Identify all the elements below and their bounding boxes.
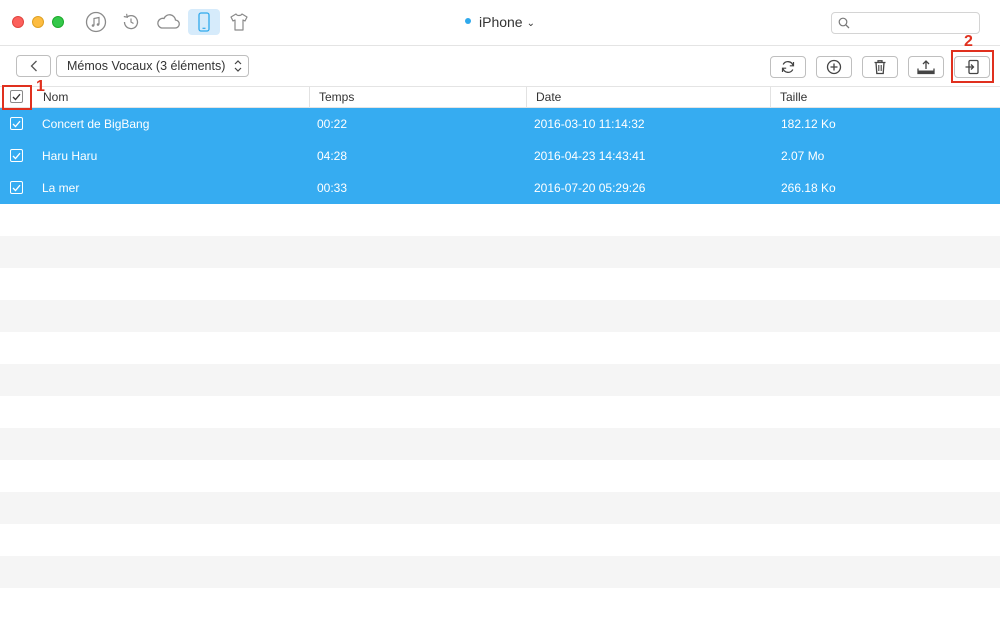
cell-nom: Haru Haru xyxy=(42,149,98,163)
tshirt-icon[interactable] xyxy=(223,9,255,35)
empty-row xyxy=(0,332,1000,364)
title-bar: iPhone ⌄ xyxy=(0,0,1000,46)
cell-temps: 00:22 xyxy=(317,117,348,131)
delete-button[interactable] xyxy=(862,56,898,78)
search-input[interactable] xyxy=(856,15,974,31)
empty-row xyxy=(0,204,1000,236)
device-name[interactable]: iPhone xyxy=(479,14,523,30)
checkmark-icon xyxy=(12,120,21,127)
checkmark-icon xyxy=(12,152,21,159)
export-to-pc-button[interactable] xyxy=(908,56,944,78)
cell-nom: Concert de BigBang xyxy=(42,117,150,131)
back-button[interactable] xyxy=(16,55,51,77)
refresh-button[interactable] xyxy=(770,56,806,78)
table-row[interactable]: Concert de BigBang 00:22 2016-03-10 11:1… xyxy=(0,108,1000,140)
table-row[interactable]: La mer 00:33 2016-07-20 05:29:26 266.18 … xyxy=(0,172,1000,204)
cell-temps: 00:33 xyxy=(317,181,348,195)
maximize-window-button[interactable] xyxy=(52,16,64,28)
add-icon xyxy=(826,59,842,75)
itunes-icon[interactable] xyxy=(80,9,112,35)
chevron-left-icon xyxy=(30,60,37,72)
device-selector-label[interactable]: iPhone ⌄ xyxy=(465,14,535,30)
row-checkbox[interactable] xyxy=(10,181,23,194)
empty-row xyxy=(0,300,1000,332)
empty-row xyxy=(0,460,1000,492)
empty-row xyxy=(0,428,1000,460)
add-button[interactable] xyxy=(816,56,852,78)
table-header: Nom Temps Date Taille xyxy=(0,86,1000,108)
category-select[interactable]: Mémos Vocaux (3 éléments) xyxy=(56,55,249,77)
column-header-nom[interactable]: Nom xyxy=(34,87,310,107)
export-to-pc-icon xyxy=(917,60,935,75)
empty-row xyxy=(0,524,1000,556)
checkmark-icon xyxy=(12,184,21,191)
cell-date: 2016-04-23 14:43:41 xyxy=(534,149,646,163)
table-row[interactable]: Haru Haru 04:28 2016-04-23 14:43:41 2.07… xyxy=(0,140,1000,172)
empty-row xyxy=(0,492,1000,524)
empty-row xyxy=(0,556,1000,588)
empty-row xyxy=(0,396,1000,428)
refresh-icon xyxy=(781,61,795,73)
row-checkbox[interactable] xyxy=(10,117,23,130)
search-icon xyxy=(838,17,850,29)
highlight-box-step2 xyxy=(951,50,994,83)
toolbar: Mémos Vocaux (3 éléments) 2 xyxy=(0,33,1000,86)
chevron-down-icon[interactable]: ⌄ xyxy=(527,18,535,29)
close-window-button[interactable] xyxy=(12,16,24,28)
empty-row xyxy=(0,364,1000,396)
cell-date: 2016-03-10 11:14:32 xyxy=(534,117,645,131)
callout-step2: 2 xyxy=(964,33,973,50)
category-select-label: Mémos Vocaux (3 éléments) xyxy=(67,59,226,73)
icloud-icon[interactable] xyxy=(152,9,184,35)
callout-step1: 1 xyxy=(36,78,45,95)
trash-icon xyxy=(874,60,886,75)
highlight-box-step1 xyxy=(2,85,32,110)
minimize-window-button[interactable] xyxy=(32,16,44,28)
restore-icon[interactable] xyxy=(115,9,147,35)
empty-row xyxy=(0,588,1000,620)
cell-taille: 2.07 Mo xyxy=(781,149,825,163)
cell-nom: La mer xyxy=(42,181,80,195)
cell-taille: 266.18 Ko xyxy=(781,181,836,195)
column-header-date[interactable]: Date xyxy=(527,87,770,107)
updown-chevron-icon xyxy=(234,60,242,72)
app-window: iPhone ⌄ Mémos Vocaux (3 éléments) 2 Nom… xyxy=(0,0,1000,620)
search-field[interactable] xyxy=(831,12,980,34)
column-header-taille[interactable]: Taille xyxy=(771,87,1000,107)
iphone-icon[interactable] xyxy=(188,9,220,35)
cell-temps: 04:28 xyxy=(317,149,348,163)
cell-date: 2016-07-20 05:29:26 xyxy=(534,181,646,195)
row-checkbox[interactable] xyxy=(10,149,23,162)
device-status-icon xyxy=(465,18,471,25)
empty-row xyxy=(0,268,1000,300)
column-header-temps[interactable]: Temps xyxy=(310,87,526,107)
cell-taille: 182.12 Ko xyxy=(781,117,836,131)
empty-row xyxy=(0,236,1000,268)
